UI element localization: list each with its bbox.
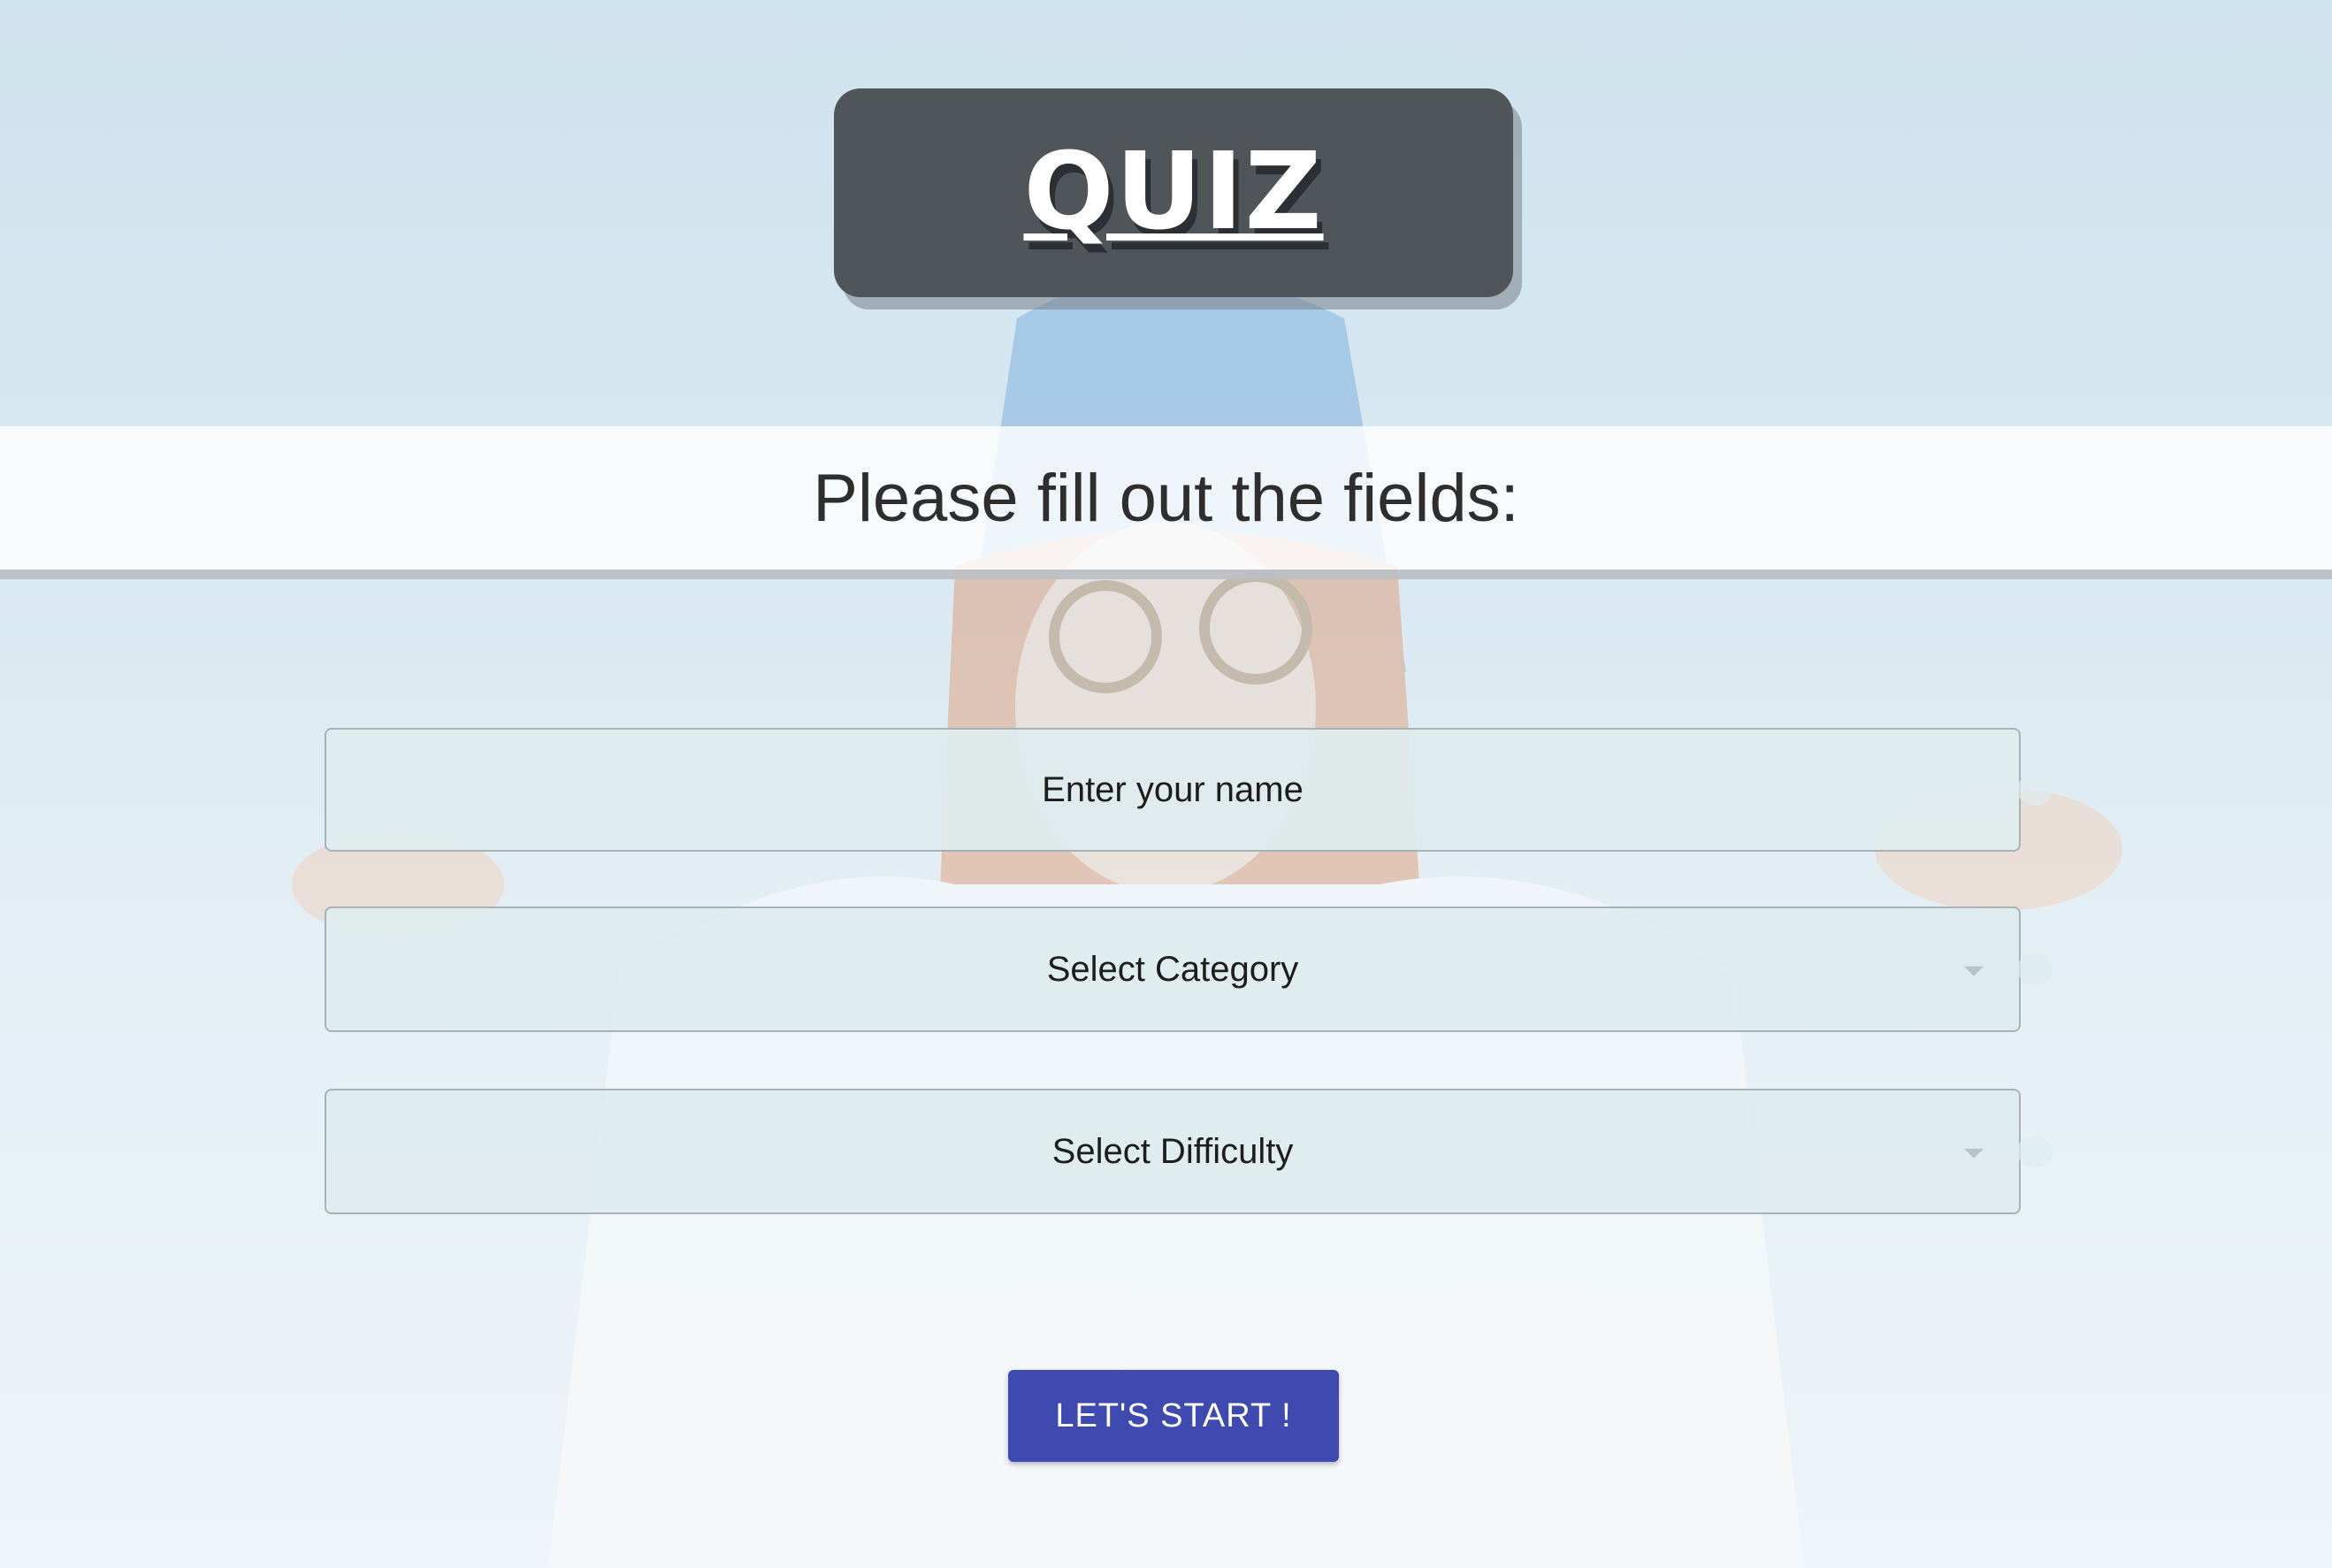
category-select[interactable]: Select Category [325, 906, 2053, 1032]
difficulty-select-label: Select Difficulty [1051, 1131, 1294, 1171]
start-button[interactable]: LET'S START ! [1008, 1370, 1339, 1462]
chevron-down-icon [1964, 1148, 1984, 1159]
name-input[interactable] [326, 729, 2019, 851]
quiz-title-box: QUIZ [834, 88, 1513, 297]
difficulty-select[interactable]: Select Difficulty [325, 1089, 2053, 1214]
field-decoration [2017, 1136, 2053, 1167]
field-decoration [2017, 953, 2053, 985]
field-decoration [2017, 774, 2053, 806]
quiz-title: QUIZ [1023, 131, 1324, 254]
instruction-banner: Please fill out the fields: [0, 426, 2332, 579]
instruction-text: Please fill out the fields: [813, 460, 1519, 536]
chevron-down-icon [1964, 966, 1984, 976]
category-select-label: Select Category [1046, 949, 1299, 989]
name-field[interactable] [325, 728, 2053, 852]
